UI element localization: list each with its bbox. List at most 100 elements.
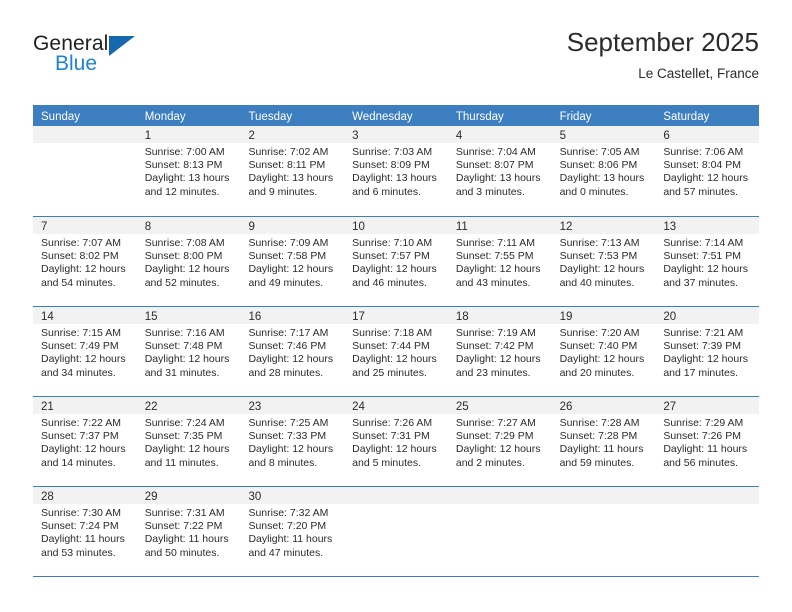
calendar-week-row: 14 Sunrise: 7:15 AM Sunset: 7:49 PM Dayligh… — [33, 306, 760, 396]
calendar-day-cell[interactable]: 20 Sunrise: 7:21 AM Sunset: 7:39 PM Dayligh… — [655, 307, 760, 396]
calendar-day-cell[interactable]: 19 Sunrise: 7:20 AM Sunset: 7:40 PM Dayligh… — [551, 307, 656, 396]
day-number-band: 21 — [33, 397, 137, 414]
sunrise-text: Sunrise: 7:26 AM — [352, 417, 433, 429]
calendar-day-cell[interactable]: 2 Sunrise: 7:02 AM Sunset: 8:11 PM Daylight… — [240, 126, 345, 216]
sunset-text: Sunset: 7:55 PM — [455, 250, 534, 263]
calendar-day-cell[interactable]: 4 Sunrise: 7:04 AM Sunset: 8:07 PM Daylight… — [447, 126, 552, 216]
daylight-text-line1: Daylight: 12 hours — [455, 353, 541, 366]
daylight-text-line2: and 54 minutes. — [41, 276, 116, 289]
calendar-day-cell[interactable]: 1 Sunrise: 7:00 AM Sunset: 8:13 PM Daylight… — [136, 126, 241, 216]
sunset-text: Sunset: 7:20 PM — [248, 520, 327, 533]
day-number-band — [33, 126, 137, 143]
sunrise-text: Sunrise: 7:10 AM — [352, 237, 433, 249]
daylight-text-line1: Daylight: 12 hours — [663, 263, 748, 276]
weekday-monday: Monday — [144, 111, 186, 123]
sunrise-text: Sunrise: 7:31 AM — [144, 507, 225, 519]
daylight-text-line1: Daylight: 11 hours — [144, 533, 229, 546]
sunset-text: Sunset: 7:58 PM — [248, 250, 327, 263]
day-details: Sunrise: 7:29 AM Sunset: 7:26 PM Daylight:… — [655, 414, 759, 470]
calendar-day-cell[interactable]: 21 Sunrise: 7:22 AM Sunset: 7:37 PM Dayligh… — [33, 397, 137, 486]
sunset-text: Sunset: 7:48 PM — [144, 340, 223, 353]
daylight-text-line2: and 59 minutes. — [559, 456, 635, 469]
calendar-day-cell-empty — [655, 487, 760, 576]
weekday-friday: Friday — [559, 111, 592, 123]
calendar-day-cell[interactable]: 17 Sunrise: 7:18 AM Sunset: 7:44 PM Dayligh… — [344, 307, 448, 396]
calendar-day-cell[interactable]: 8 Sunrise: 7:08 AM Sunset: 8:00 PM Daylight… — [136, 217, 241, 306]
sunset-text: Sunset: 7:53 PM — [559, 250, 638, 263]
calendar-day-cell[interactable]: 24 Sunrise: 7:26 AM Sunset: 7:31 PM Dayligh… — [344, 397, 448, 486]
calendar-day-cell[interactable]: 9 Sunrise: 7:09 AM Sunset: 7:58 PM Daylight… — [240, 217, 345, 306]
calendar-day-cell[interactable]: 23 Sunrise: 7:25 AM Sunset: 7:33 PM Dayligh… — [240, 397, 345, 486]
calendar-day-cell[interactable]: 28 Sunrise: 7:30 AM Sunset: 7:24 PM Dayligh… — [33, 487, 137, 576]
calendar-day-cell[interactable]: 10 Sunrise: 7:10 AM Sunset: 7:57 PM Dayligh… — [344, 217, 448, 306]
day-number-band — [344, 487, 448, 504]
day-number-band: 29 — [136, 487, 241, 504]
calendar-day-cell[interactable]: 29 Sunrise: 7:31 AM Sunset: 7:22 PM Dayligh… — [136, 487, 241, 576]
weekday-tuesday: Tuesday — [248, 111, 293, 123]
sunrise-text: Sunrise: 7:16 AM — [144, 327, 225, 339]
calendar-day-cell[interactable]: 14 Sunrise: 7:15 AM Sunset: 7:49 PM Dayligh… — [33, 307, 137, 396]
sunset-text: Sunset: 7:33 PM — [248, 430, 327, 443]
daylight-text-line2: and 5 minutes. — [352, 456, 422, 469]
page-subtitle-location: Le Castellet, France — [638, 66, 759, 81]
daylight-text-line2: and 43 minutes. — [455, 276, 531, 289]
daylight-text-line2: and 8 minutes. — [248, 456, 318, 469]
calendar-day-cell[interactable]: 3 Sunrise: 7:03 AM Sunset: 8:09 PM Daylight… — [344, 126, 448, 216]
calendar-day-cell[interactable]: 13 Sunrise: 7:14 AM Sunset: 7:51 PM Dayligh… — [655, 217, 760, 306]
day-number: 18 — [455, 311, 469, 323]
sunset-text: Sunset: 8:07 PM — [455, 159, 534, 172]
calendar-day-cell[interactable]: 26 Sunrise: 7:28 AM Sunset: 7:28 PM Dayligh… — [551, 397, 656, 486]
day-number: 26 — [559, 401, 573, 413]
day-details: Sunrise: 7:16 AM Sunset: 7:48 PM Daylight:… — [137, 324, 241, 380]
calendar-day-cell[interactable]: 22 Sunrise: 7:24 AM Sunset: 7:35 PM Dayligh… — [136, 397, 241, 486]
sunrise-text: Sunrise: 7:22 AM — [41, 417, 121, 429]
daylight-text-line2: and 40 minutes. — [559, 276, 635, 289]
daylight-text-line2: and 49 minutes. — [248, 276, 324, 289]
logo-text-blue: Blue — [55, 52, 98, 75]
day-number-band: 17 — [344, 307, 448, 324]
sunrise-text: Sunrise: 7:03 AM — [352, 146, 433, 158]
daylight-text-line1: Daylight: 13 hours — [352, 172, 437, 185]
daylight-text-line2: and 11 minutes. — [144, 456, 219, 469]
day-details: Sunrise: 7:08 AM Sunset: 8:00 PM Daylight:… — [137, 234, 241, 290]
day-details: Sunrise: 7:21 AM Sunset: 7:39 PM Daylight:… — [655, 324, 759, 380]
daylight-text-line2: and 46 minutes. — [352, 276, 427, 289]
calendar-day-cell-empty — [551, 487, 656, 576]
day-number: 17 — [352, 311, 365, 323]
calendar-day-cell[interactable]: 11 Sunrise: 7:11 AM Sunset: 7:55 PM Dayligh… — [447, 217, 552, 306]
sunset-text: Sunset: 7:35 PM — [144, 430, 223, 443]
day-number: 21 — [41, 401, 54, 413]
day-number: 24 — [352, 401, 365, 413]
daylight-text-line1: Daylight: 12 hours — [248, 263, 334, 276]
daylight-text-line1: Daylight: 13 hours — [455, 172, 541, 185]
sunrise-text: Sunrise: 7:00 AM — [144, 146, 225, 158]
day-number: 16 — [248, 311, 262, 323]
calendar-week-row: 1 Sunrise: 7:00 AM Sunset: 8:13 PM Daylight… — [33, 126, 760, 216]
calendar-day-cell[interactable]: 5 Sunrise: 7:05 AM Sunset: 8:06 PM Daylight… — [551, 126, 656, 216]
calendar-day-cell[interactable]: 27 Sunrise: 7:29 AM Sunset: 7:26 PM Dayligh… — [655, 397, 760, 486]
calendar-day-cell[interactable]: 7 Sunrise: 7:07 AM Sunset: 8:02 PM Daylight… — [33, 217, 137, 306]
day-number: 25 — [455, 401, 469, 413]
sunset-text: Sunset: 7:46 PM — [248, 340, 327, 353]
daylight-text-line1: Daylight: 12 hours — [248, 443, 334, 456]
day-details: Sunrise: 7:15 AM Sunset: 7:49 PM Daylight:… — [33, 324, 137, 380]
day-number: 1 — [144, 130, 152, 142]
calendar-day-cell[interactable]: 25 Sunrise: 7:27 AM Sunset: 7:29 PM Dayligh… — [447, 397, 552, 486]
calendar-day-cell[interactable]: 15 Sunrise: 7:16 AM Sunset: 7:48 PM Dayligh… — [136, 307, 241, 396]
daylight-text-line1: Daylight: 12 hours — [144, 263, 230, 276]
calendar-day-cell[interactable]: 30 Sunrise: 7:32 AM Sunset: 7:20 PM Dayligh… — [240, 487, 345, 576]
sunrise-text: Sunrise: 7:29 AM — [663, 417, 744, 429]
sunrise-text: Sunrise: 7:28 AM — [559, 417, 640, 429]
calendar-day-cell[interactable]: 12 Sunrise: 7:13 AM Sunset: 7:53 PM Dayligh… — [551, 217, 656, 306]
day-details: Sunrise: 7:11 AM Sunset: 7:55 PM Daylight:… — [448, 234, 552, 290]
calendar-day-cell[interactable]: 16 Sunrise: 7:17 AM Sunset: 7:46 PM Dayligh… — [240, 307, 345, 396]
sunrise-text: Sunrise: 7:32 AM — [248, 507, 329, 519]
sunset-text: Sunset: 7:24 PM — [41, 520, 119, 533]
day-number: 22 — [144, 401, 158, 413]
calendar-day-cell[interactable]: 18 Sunrise: 7:19 AM Sunset: 7:42 PM Dayligh… — [447, 307, 552, 396]
day-number-band: 7 — [33, 217, 137, 234]
day-number-band: 30 — [240, 487, 345, 504]
calendar-day-cell[interactable]: 6 Sunrise: 7:06 AM Sunset: 8:04 PM Daylight… — [655, 126, 760, 216]
daylight-text-line2: and 52 minutes. — [144, 276, 220, 289]
weekday-sunday: Sunday — [41, 111, 81, 123]
